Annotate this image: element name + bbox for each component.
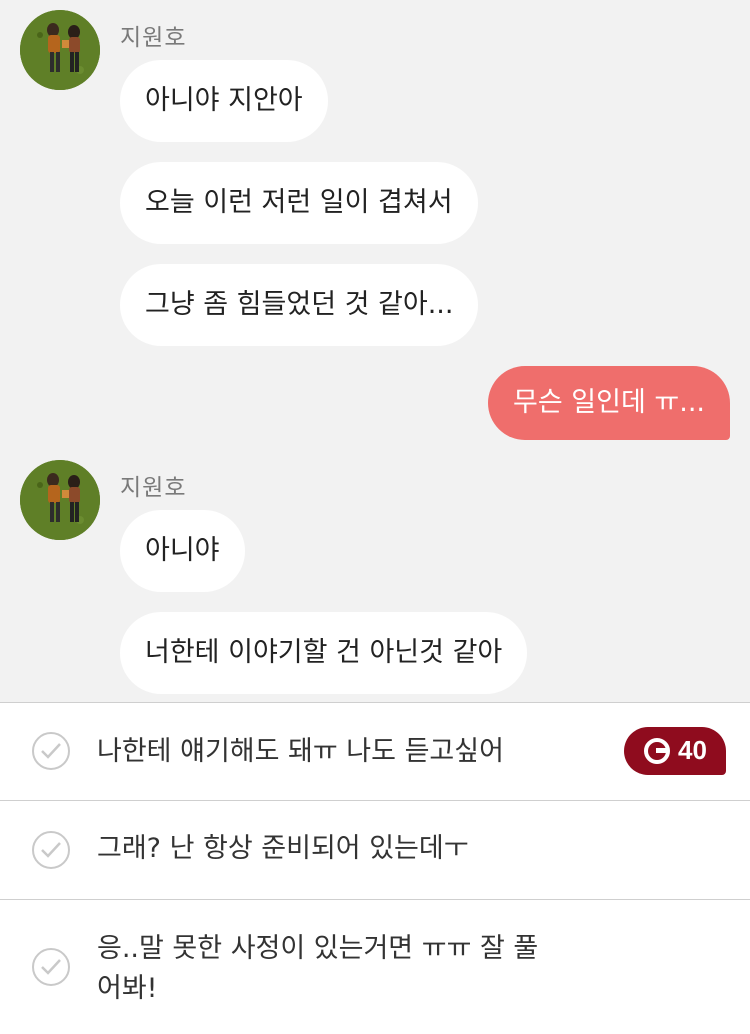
gem-icon xyxy=(644,738,670,764)
message-bubble: 아니야 xyxy=(120,510,245,592)
message-bubble: 너한테 이야기할 건 아닌것 같아 xyxy=(120,612,528,694)
reply-option-text: 그래? 난 항상 준비되어 있는데ㅜ xyxy=(97,833,469,864)
reply-option[interactable]: 나한테 얘기해도 돼ㅠ 나도 듣고싶어 40 xyxy=(0,703,750,801)
reply-option-text: 나한테 얘기해도 돼ㅠ 나도 듣고싶어 xyxy=(97,736,504,767)
avatar[interactable] xyxy=(20,460,100,540)
reply-options: 나한테 얘기해도 돼ㅠ 나도 듣고싶어 40 그래? 난 항상 준비되어 있는데… xyxy=(0,702,750,1034)
sender-name: 지원호 xyxy=(120,25,187,51)
check-circle-icon xyxy=(32,948,70,986)
message-bubble: 아니야 지안아 xyxy=(120,60,328,142)
message-bubble: 오늘 이런 저런 일이 겹쳐서 xyxy=(120,162,478,244)
check-circle-icon xyxy=(32,831,70,869)
reply-option-text: 응..말 못한 사정이 있는거면 ㅠㅠ 잘 풀 어봐! xyxy=(97,933,539,1004)
reply-option[interactable]: 응..말 못한 사정이 있는거면 ㅠㅠ 잘 풀 어봐! xyxy=(0,900,750,1034)
sender-name: 지원호 xyxy=(120,475,187,501)
chat-area: 지원호 아니야 지안아 오늘 이런 저런 일이 겹쳐서 그냥 좀 힘들었던 것 … xyxy=(0,0,750,702)
outgoing-message-bubble: 무슨 일인데 ㅠ... xyxy=(488,366,730,440)
cost-value: 40 xyxy=(678,735,707,765)
message-bubble: 그냥 좀 힘들었던 것 같아... xyxy=(120,264,479,346)
check-circle-icon xyxy=(32,732,70,770)
avatar[interactable] xyxy=(20,10,100,90)
cost-badge: 40 xyxy=(624,727,726,775)
reply-option[interactable]: 그래? 난 항상 준비되어 있는데ㅜ xyxy=(0,801,750,900)
